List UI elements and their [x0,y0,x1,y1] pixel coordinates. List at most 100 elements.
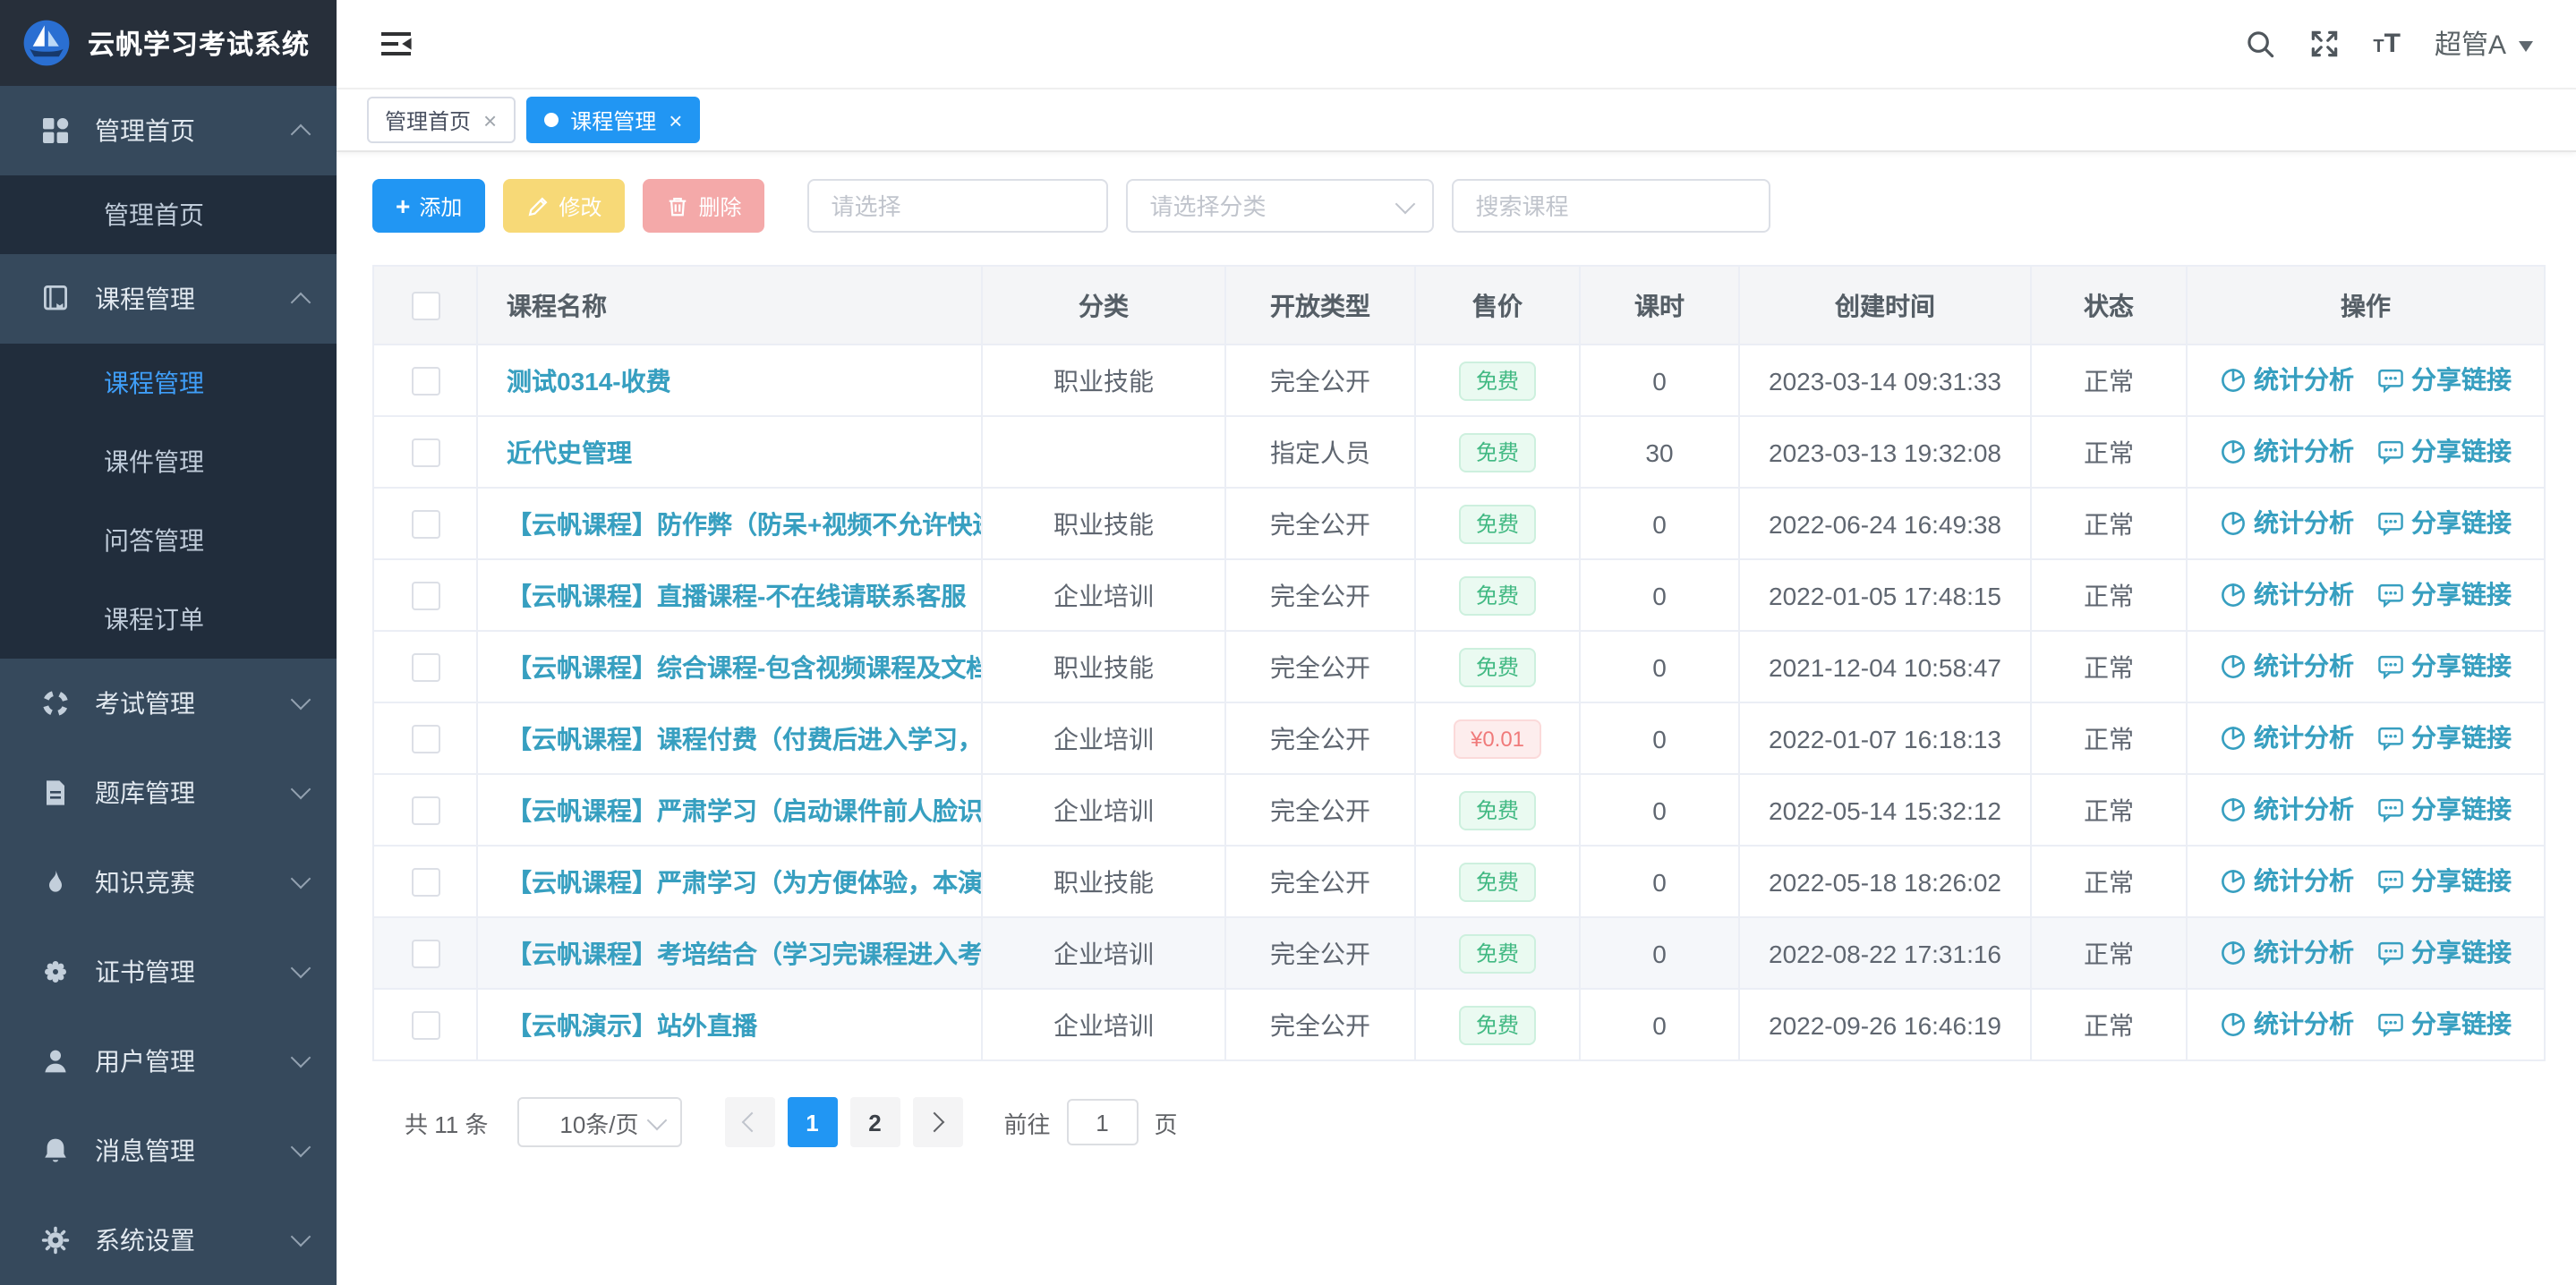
sidebar-fold-icon[interactable] [380,29,414,59]
add-button[interactable]: + 添加 [372,179,485,233]
sidebar-item-course[interactable]: 课程管理 [0,254,337,344]
sidebar-item-message[interactable]: 消息管理 [0,1106,337,1196]
stats-link[interactable]: 统计分析 [2220,935,2354,971]
font-size-icon[interactable]: TT [2373,30,2401,57]
column-header: 状态 [2031,266,2187,345]
sidebar-item-question-bank[interactable]: 题库管理 [0,748,337,838]
sidebar-item-contest[interactable]: 知识竞赛 [0,838,337,927]
course-name-link[interactable]: 测试0314-收费 [507,366,671,395]
stats-link[interactable]: 统计分析 [2220,720,2354,756]
stats-link[interactable]: 统计分析 [2220,506,2354,541]
contest-icon [39,868,72,897]
price-tag: 免费 [1460,432,1535,472]
select-all-checkbox[interactable] [411,292,439,320]
stats-link-label: 统计分析 [2254,649,2354,685]
share-link[interactable]: 分享链接 [2377,649,2512,685]
stats-link[interactable]: 统计分析 [2220,649,2354,685]
page-root: 云帆学习考试系统 管理首页管理首页课程管理课程管理课件管理问答管理课程订单考试管… [0,0,2576,1285]
category-select[interactable] [1126,179,1434,233]
fullscreen-icon[interactable] [2308,29,2339,59]
tab-home[interactable]: 管理首页× [367,97,515,143]
created-time-cell: 2022-06-24 16:49:38 [1739,488,2031,559]
next-page-button[interactable] [912,1097,962,1147]
course-name-link[interactable]: 【云帆课程】课程付费（付费后进入学习，请... [507,724,982,753]
checkbox-cell [373,416,477,488]
user-name: 超管A [2435,25,2506,63]
course-name-link[interactable]: 【云帆课程】严肃学习（启动课件前人脸识别... [507,796,982,824]
hours-cell: 0 [1580,559,1739,631]
course-icon [39,285,72,313]
actions-cell: 统计分析分享链接 [2187,774,2545,846]
share-link[interactable]: 分享链接 [2377,434,2512,470]
status-cell: 正常 [2031,631,2187,702]
sidebar-subitem-courseware-manage[interactable]: 课件管理 [0,422,337,501]
hours-cell: 0 [1580,345,1739,416]
stats-link[interactable]: 统计分析 [2220,1007,2354,1042]
delete-button-label: 删除 [698,191,741,221]
row-checkbox[interactable] [411,367,439,396]
pie-chart-icon [2220,940,2247,966]
table-header-row: 课程名称分类开放类型售价课时创建时间状态操作 [373,266,2545,345]
tab-close-icon[interactable]: × [669,108,682,132]
course-name-link[interactable]: 【云帆课程】直播课程-不在线请联系客服 [507,581,966,609]
page-button-1[interactable]: 1 [787,1097,837,1147]
row-checkbox[interactable] [411,582,439,610]
stats-link[interactable]: 统计分析 [2220,864,2354,899]
sidebar-item-certificate[interactable]: 证书管理 [0,927,337,1017]
prev-page-button[interactable] [724,1097,774,1147]
row-checkbox[interactable] [411,1011,439,1040]
course-name-link[interactable]: 【云帆课程】综合课程-包含视频课程及文档类... [507,652,982,681]
comment-icon [2377,653,2404,680]
row-checkbox[interactable] [411,510,439,539]
delete-button[interactable]: 删除 [643,179,764,233]
share-link[interactable]: 分享链接 [2377,506,2512,541]
course-name-link[interactable]: 【云帆课程】严肃学习（为方便体验，本演示... [507,867,982,896]
page-button-2[interactable]: 2 [849,1097,900,1147]
row-checkbox[interactable] [411,725,439,753]
search-icon[interactable] [2244,29,2274,59]
comment-icon [2377,725,2404,752]
stats-link[interactable]: 统计分析 [2220,792,2354,828]
created-time-cell: 2021-12-04 10:58:47 [1739,631,2031,702]
course-name-link[interactable]: 【云帆课程】防作弊（防呆+视频不允许快进+... [507,509,982,538]
row-checkbox[interactable] [411,653,439,682]
select-input[interactable] [807,179,1108,233]
sidebar-item-user[interactable]: 用户管理 [0,1017,337,1106]
edit-button[interactable]: 修改 [503,179,625,233]
share-link[interactable]: 分享链接 [2377,362,2512,398]
stats-link[interactable]: 统计分析 [2220,362,2354,398]
share-link[interactable]: 分享链接 [2377,720,2512,756]
row-checkbox[interactable] [411,868,439,897]
row-checkbox[interactable] [411,940,439,968]
stats-link[interactable]: 统计分析 [2220,434,2354,470]
share-link[interactable]: 分享链接 [2377,1007,2512,1042]
user-menu[interactable]: 超管A [2435,25,2533,63]
course-name-link[interactable]: 【云帆演示】站外直播 [507,1010,757,1039]
share-link[interactable]: 分享链接 [2377,935,2512,971]
row-checkbox[interactable] [411,796,439,825]
tab-course[interactable]: 课程管理× [525,97,700,143]
sidebar-item-home[interactable]: 管理首页 [0,86,337,175]
sidebar-subitem-course-manage[interactable]: 课程管理 [0,344,337,422]
created-time-cell: 2023-03-14 09:31:33 [1739,345,2031,416]
sidebar-item-settings[interactable]: 系统设置 [0,1196,337,1285]
course-name-link[interactable]: 【云帆课程】考培结合（学习完课程进入考试） [507,939,982,967]
price-tag: 免费 [1460,575,1535,615]
sidebar-subitem-home-index[interactable]: 管理首页 [0,175,337,254]
share-link[interactable]: 分享链接 [2377,864,2512,899]
share-link[interactable]: 分享链接 [2377,792,2512,828]
tab-close-icon[interactable]: × [483,108,497,132]
stats-link[interactable]: 统计分析 [2220,577,2354,613]
course-name-link[interactable]: 近代史管理 [507,438,632,466]
sidebar-subitem-course-order[interactable]: 课程订单 [0,580,337,659]
page-size-select[interactable]: 10条/页 [516,1097,681,1147]
share-link[interactable]: 分享链接 [2377,577,2512,613]
goto-page-input[interactable] [1067,1099,1139,1145]
category-select-input[interactable] [1126,179,1434,233]
sidebar-subitem-qa-manage[interactable]: 问答管理 [0,501,337,580]
course-search-input[interactable] [1452,179,1770,233]
column-header: 课程名称 [477,266,982,345]
row-checkbox[interactable] [411,438,439,467]
stats-link-label: 统计分析 [2254,935,2354,971]
sidebar-item-exam[interactable]: 考试管理 [0,659,337,748]
